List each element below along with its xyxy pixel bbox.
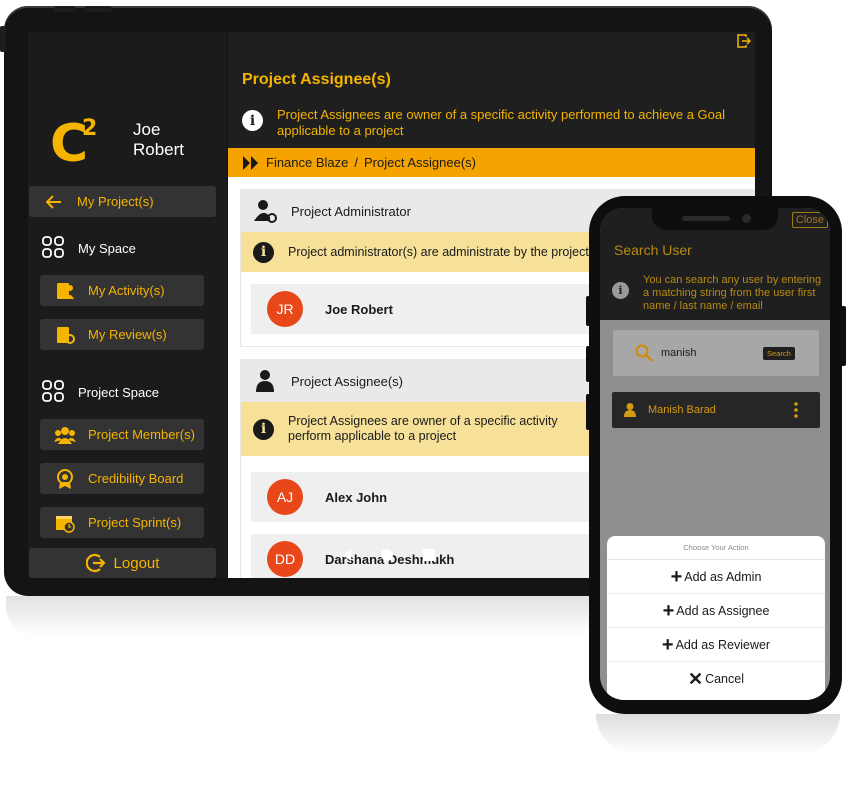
phone-side-button — [586, 296, 590, 326]
user-last-name: Robert — [133, 140, 185, 159]
member-name: Joe Robert — [325, 301, 393, 317]
search-box: manish Search — [613, 330, 819, 376]
tablet-side-button — [0, 26, 6, 52]
phone-side-button — [586, 346, 590, 382]
back-label: My Project(s) — [77, 194, 154, 209]
grid-icon — [42, 236, 66, 260]
more-vertical-icon[interactable] — [794, 402, 798, 418]
project-space-label: Project Space — [78, 384, 159, 400]
search-user-description: You can search any user by entering a ma… — [643, 274, 822, 312]
plus-icon: + — [662, 599, 675, 622]
plus-icon: + — [661, 633, 674, 656]
activity-icon — [54, 280, 76, 302]
info-icon: i — [253, 418, 274, 440]
info-icon: i — [612, 282, 629, 299]
tablet-hardware-button — [84, 6, 112, 12]
assignee-info-text: Project Assignees are owner of a specifi… — [288, 414, 558, 443]
phone-notch — [652, 208, 778, 230]
tablet-hardware-button — [54, 6, 76, 12]
sidebar-item-project-sprints[interactable]: Project Sprint(s) — [40, 507, 204, 538]
sidebar-item-project-members[interactable]: Project Member(s) — [40, 419, 204, 450]
sidebar-item-my-activity[interactable]: My Activity(s) — [40, 275, 204, 306]
assignee-section-title: Project Assignee(s) — [291, 373, 403, 389]
sidebar-item-label: Credibility Board — [88, 471, 184, 486]
user-icon — [253, 369, 277, 393]
logout-label: Logout — [113, 554, 160, 572]
search-icon — [635, 344, 653, 362]
sidebar-item-label: Project Sprint(s) — [88, 515, 182, 530]
back-to-projects-button[interactable]: My Project(s) — [29, 186, 216, 217]
group-icon — [54, 424, 76, 446]
action-label: Add as Assignee — [676, 603, 770, 618]
page-title: Project Assignee(s) — [242, 71, 391, 88]
logout-icon — [85, 553, 106, 573]
nav-home-icon[interactable] — [380, 548, 394, 562]
calendar-clock-icon — [54, 512, 76, 534]
info-icon: i — [242, 110, 263, 131]
avatar: DD — [267, 541, 303, 577]
add-as-admin-button[interactable]: + Add as Admin — [607, 560, 825, 594]
exit-icon[interactable] — [737, 34, 752, 51]
my-space-label: My Space — [78, 240, 136, 256]
action-sheet-title: Choose Your Action — [607, 536, 825, 560]
search-result-row[interactable]: Manish Barad — [612, 392, 820, 428]
breadcrumb-project[interactable]: Finance Blaze — [266, 155, 348, 170]
phone-device: Close Search User i You can search any u… — [586, 196, 846, 714]
sidebar-item-my-review[interactable]: My Review(s) — [40, 319, 204, 350]
app-logo: C 2 — [50, 116, 97, 172]
breadcrumb-page: Project Assignee(s) — [364, 155, 477, 170]
grid-icon — [42, 380, 66, 404]
info-icon: i — [253, 241, 274, 263]
review-icon — [54, 324, 76, 346]
badge-icon — [54, 468, 76, 490]
sidebar-item-label: My Activity(s) — [88, 283, 165, 298]
main-header: Project Assignee(s) i Project Assignees … — [228, 32, 755, 148]
tablet-system-nav — [342, 548, 436, 562]
sidebar: C 2 Joe Robert My Project(s) My Space My… — [28, 32, 227, 578]
search-user-title: Search User — [614, 242, 692, 258]
user-icon — [624, 403, 636, 417]
logo-superscript: 2 — [82, 116, 98, 141]
admin-section-title: Project Administrator — [291, 203, 411, 219]
double-chevron-icon — [242, 155, 262, 171]
phone-reflection — [596, 714, 840, 754]
breadcrumb: Finance Blaze / Project Assignee(s) — [228, 148, 755, 177]
nav-recents-icon[interactable] — [422, 548, 436, 562]
my-space-heading: My Space — [42, 236, 136, 260]
admin-user-gear-icon — [253, 199, 277, 223]
avatar: AJ — [267, 479, 303, 515]
admin-info-text: Project administrator(s) are administrat… — [288, 244, 589, 259]
phone-power-button — [841, 306, 846, 366]
sidebar-item-credibility-board[interactable]: Credibility Board — [40, 463, 204, 494]
arrow-left-icon — [43, 191, 65, 213]
action-label: Add as Reviewer — [675, 637, 771, 652]
action-label: Add as Admin — [684, 569, 762, 584]
plus-icon: + — [670, 565, 683, 588]
phone-side-button — [586, 394, 590, 430]
member-name: Alex John — [325, 489, 388, 505]
action-label: Cancel — [705, 672, 744, 686]
user-name: Joe Robert — [133, 120, 213, 160]
close-button[interactable]: Close — [791, 212, 828, 228]
add-as-reviewer-button[interactable]: + Add as Reviewer — [607, 628, 825, 662]
avatar: JR — [267, 291, 303, 327]
phone-screen: Close Search User i You can search any u… — [600, 208, 830, 700]
nav-back-icon[interactable] — [342, 548, 352, 562]
sidebar-item-label: Project Member(s) — [88, 427, 195, 442]
user-first-name: Joe — [133, 120, 161, 139]
cancel-button[interactable]: ✕ Cancel — [607, 662, 825, 696]
result-user-name: Manish Barad — [648, 404, 716, 416]
add-as-assignee-button[interactable]: + Add as Assignee — [607, 594, 825, 628]
breadcrumb-separator: / — [354, 155, 359, 170]
sidebar-item-label: My Review(s) — [88, 327, 167, 342]
page-description: Project Assignees are owner of a specifi… — [277, 107, 725, 138]
close-icon: ✕ — [687, 669, 704, 689]
search-input[interactable]: manish — [661, 347, 763, 359]
logout-button[interactable]: Logout — [29, 548, 216, 578]
search-button[interactable]: Search — [763, 346, 795, 360]
action-sheet: Choose Your Action + Add as Admin + Add … — [607, 536, 825, 700]
project-space-heading: Project Space — [42, 380, 159, 404]
